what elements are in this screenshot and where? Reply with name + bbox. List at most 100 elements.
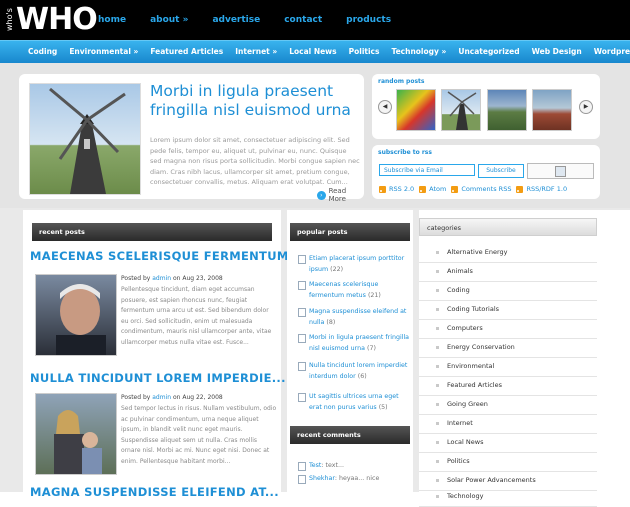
- bullet-icon: [436, 365, 439, 368]
- random-thumb-balloons[interactable]: [396, 89, 436, 131]
- category-item[interactable]: Technology: [419, 487, 597, 507]
- category-label[interactable]: Technology: [447, 487, 483, 506]
- rss-icon: [516, 185, 524, 193]
- comment-author[interactable]: Test: [309, 462, 321, 469]
- comment-author[interactable]: Shekhar: [309, 475, 335, 482]
- cat-politics[interactable]: Politics: [349, 47, 380, 56]
- popular-post-item[interactable]: Ut sagittis ultrices urna eget erat non …: [298, 391, 410, 413]
- post-date: on Aug 23, 2008: [172, 275, 223, 282]
- comments-rss-link[interactable]: Comments RSS: [461, 185, 511, 193]
- category-item[interactable]: Coding: [419, 281, 597, 301]
- post-image[interactable]: [35, 393, 117, 475]
- category-item[interactable]: Internet: [419, 414, 597, 434]
- popular-post-item[interactable]: Morbi in ligula praesent fringilla nisl …: [298, 332, 410, 354]
- category-label[interactable]: Environmental: [447, 357, 494, 376]
- broken-image-icon: [555, 166, 566, 177]
- popular-post-title[interactable]: Morbi in ligula praesent fringilla nisl …: [309, 334, 409, 352]
- prev-arrow-icon[interactable]: ◀: [378, 100, 392, 114]
- category-label[interactable]: Featured Articles: [447, 376, 502, 395]
- category-label[interactable]: Computers: [447, 319, 483, 338]
- cat-wordpress[interactable]: Wordpress: [594, 47, 630, 56]
- next-arrow-icon[interactable]: ▶: [579, 100, 593, 114]
- cat-coding[interactable]: Coding: [28, 47, 57, 56]
- document-icon: [298, 362, 306, 371]
- document-icon: [298, 255, 306, 264]
- category-item[interactable]: Politics: [419, 452, 597, 472]
- category-item[interactable]: Computers: [419, 319, 597, 339]
- rss2-link[interactable]: RSS 2.0: [389, 185, 414, 193]
- category-label[interactable]: Animals: [447, 262, 473, 281]
- post-image[interactable]: [35, 274, 117, 356]
- nav-about[interactable]: about »: [150, 15, 188, 25]
- bullet-icon: [436, 403, 439, 406]
- email-subscribe-input[interactable]: Subscribe via Email: [379, 164, 475, 176]
- category-label[interactable]: Local News: [447, 433, 483, 452]
- category-label[interactable]: Alternative Energy: [447, 243, 507, 262]
- rss-icon: [451, 185, 459, 193]
- random-thumb-windmill[interactable]: [441, 89, 481, 131]
- category-item[interactable]: Animals: [419, 262, 597, 282]
- subscribe-box: subscribe to rss Subscribe via Email Sub…: [372, 145, 600, 199]
- subscribe-button[interactable]: Subscribe: [478, 164, 524, 178]
- rdf-link[interactable]: RSS/RDF 1.0: [526, 185, 567, 193]
- popular-post-item[interactable]: Etiam placerat ipsum porttitor ipsum (22…: [298, 253, 410, 275]
- cat-featured-articles[interactable]: Featured Articles: [150, 47, 223, 56]
- featured-title[interactable]: Morbi in ligula praesent fringilla nisl …: [150, 82, 355, 120]
- comment-item[interactable]: Test: text...: [298, 460, 410, 471]
- post-title[interactable]: NULLA TINCIDUNT LOREM IMPERDIE...: [30, 371, 286, 385]
- category-item[interactable]: Alternative Energy: [419, 243, 597, 263]
- category-item[interactable]: Going Green: [419, 395, 597, 415]
- bullet-icon: [436, 495, 439, 498]
- read-more-link[interactable]: › Read More: [317, 187, 364, 203]
- category-item[interactable]: Energy Conservation: [419, 338, 597, 358]
- popular-post-item[interactable]: Magna suspendisse eleifend at nulla (8): [298, 306, 410, 328]
- random-posts-heading: random posts: [378, 78, 425, 85]
- cat-uncategorized[interactable]: Uncategorized: [458, 47, 519, 56]
- cat-environmental[interactable]: Environmental »: [69, 47, 138, 56]
- post-author-link[interactable]: admin: [152, 275, 171, 282]
- category-label[interactable]: Coding Tutorials: [447, 300, 499, 319]
- featured-post: Morbi in ligula praesent fringilla nisl …: [19, 74, 364, 203]
- category-item[interactable]: Coding Tutorials: [419, 300, 597, 320]
- cat-internet[interactable]: Internet »: [235, 47, 277, 56]
- cat-local-news[interactable]: Local News: [289, 47, 336, 56]
- site-logo[interactable]: WHO: [16, 2, 98, 37]
- random-thumb-runner[interactable]: [532, 89, 572, 131]
- category-label[interactable]: Going Green: [447, 395, 488, 414]
- random-thumb-hills[interactable]: [487, 89, 527, 131]
- category-label[interactable]: Politics: [447, 452, 470, 471]
- recent-posts-heading: recent posts: [32, 223, 272, 241]
- category-item[interactable]: Local News: [419, 433, 597, 453]
- popular-posts-heading: popular posts: [290, 223, 410, 241]
- popular-post-title[interactable]: Etiam placerat ipsum porttitor ipsum: [309, 255, 404, 273]
- nav-contact[interactable]: contact: [284, 15, 322, 25]
- document-icon: [298, 281, 306, 290]
- feed-links: RSS 2.0 Atom Comments RSS RSS/RDF 1.0: [379, 185, 572, 193]
- feed-badge-image[interactable]: [527, 163, 594, 179]
- comment-item[interactable]: Shekhar: heyaa... nice: [298, 473, 410, 484]
- post-title[interactable]: MAECENAS SCELERISQUE FERMENTUM...: [30, 249, 303, 263]
- popular-post-count: (22): [330, 266, 344, 273]
- popular-post-title[interactable]: Magna suspendisse eleifend at nulla: [309, 308, 406, 326]
- category-item[interactable]: Featured Articles: [419, 376, 597, 396]
- category-item[interactable]: Environmental: [419, 357, 597, 377]
- atom-link[interactable]: Atom: [429, 185, 446, 193]
- category-label[interactable]: Coding: [447, 281, 470, 300]
- top-header: who's WHO home about » advertise contact…: [0, 0, 630, 40]
- post-title[interactable]: MAGNA SUSPENDISSE ELEIFEND AT...: [30, 485, 279, 499]
- nav-home[interactable]: home: [98, 15, 126, 25]
- category-label[interactable]: Internet: [447, 414, 473, 433]
- featured-section: Morbi in ligula praesent fringilla nisl …: [0, 63, 630, 208]
- post-author-link[interactable]: admin: [152, 394, 171, 401]
- recent-comments-heading: recent comments: [290, 426, 410, 444]
- popular-post-item[interactable]: Maecenas scelerisque fermentum metus (21…: [298, 279, 410, 301]
- category-bar: Coding Environmental » Featured Articles…: [0, 40, 630, 64]
- category-label[interactable]: Energy Conservation: [447, 338, 515, 357]
- nav-advertise[interactable]: advertise: [212, 15, 260, 25]
- nav-products[interactable]: products: [346, 15, 391, 25]
- cat-web-design[interactable]: Web Design: [532, 47, 582, 56]
- cat-technology[interactable]: Technology »: [391, 47, 446, 56]
- popular-post-item[interactable]: Nulla tincidunt lorem imperdiet interdum…: [298, 360, 410, 382]
- featured-windmill-image[interactable]: [29, 83, 141, 195]
- post-meta-prefix: Posted by: [121, 394, 151, 401]
